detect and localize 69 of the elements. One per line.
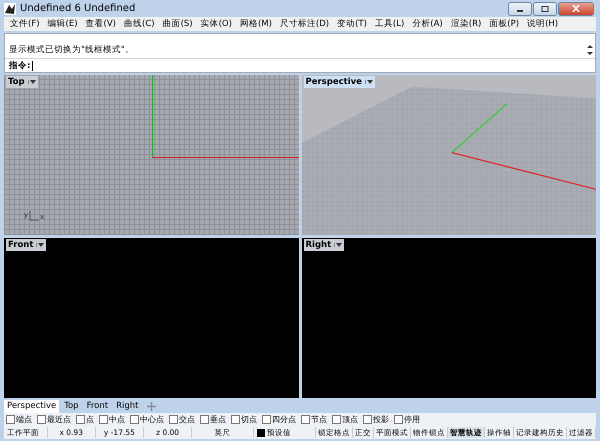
caret-icon[interactable] (36, 243, 44, 247)
menu-item[interactable]: 工具(L) (370, 18, 408, 30)
layer-swatch-icon (257, 428, 266, 436)
osnap-label: 投影 (373, 414, 389, 425)
checkbox[interactable] (76, 415, 85, 424)
osnap-label: 中点 (109, 414, 125, 425)
checkbox[interactable] (363, 415, 372, 424)
command-prompt: 指令: (9, 60, 30, 72)
history-line: 显示模式已切换为"线框模式"。 (9, 44, 134, 56)
menu-item[interactable]: 说明(H) (523, 18, 562, 30)
close-icon[interactable] (572, 5, 580, 12)
viewport-title[interactable]: Front (6, 239, 46, 251)
checkbox[interactable] (262, 415, 271, 424)
checkbox[interactable] (37, 415, 46, 424)
viewport-title[interactable]: Perspective (304, 76, 375, 88)
menu-item[interactable]: 面板(P) (485, 18, 524, 30)
menu-item[interactable]: 实体(O) (196, 18, 236, 30)
caret-icon[interactable] (364, 80, 373, 84)
checkbox[interactable] (332, 415, 341, 424)
y-axis-line (450, 104, 507, 154)
close-button[interactable] (558, 2, 594, 16)
viewport[interactable]: Front (4, 238, 298, 398)
viewport[interactable]: Right (302, 238, 596, 398)
checkbox[interactable] (99, 415, 108, 424)
osnap-label: 交点 (179, 414, 195, 425)
osnap-label: 停用 (404, 414, 420, 425)
menu-item[interactable]: 曲线(C) (120, 18, 159, 30)
checkbox[interactable] (394, 415, 403, 424)
menu-item[interactable]: 曲面(S) (158, 18, 197, 30)
viewport-tab[interactable]: Front (84, 400, 112, 412)
caret-icon[interactable] (28, 80, 36, 84)
app-icon (4, 2, 16, 14)
checkbox[interactable] (231, 415, 240, 424)
checkbox[interactable] (301, 415, 310, 424)
viewport[interactable]: Perspective (302, 75, 596, 235)
osnap-label: 切点 (241, 414, 257, 425)
viewport-tab[interactable]: Right (113, 400, 142, 412)
axis-icon (29, 211, 40, 221)
menu-item[interactable]: 网格(M) (236, 18, 276, 30)
osnap-label: 四分点 (272, 414, 296, 425)
scroll-arrows-icon[interactable] (587, 44, 593, 56)
checkbox[interactable] (169, 415, 178, 424)
checkbox[interactable] (6, 415, 15, 424)
osnap-label: 端点 (16, 414, 32, 425)
viewport-tab[interactable]: Top (61, 400, 82, 412)
menu-item[interactable]: 分析(A) (408, 18, 447, 30)
osnap-label: 垂点 (210, 414, 226, 425)
osnap-label: 节点 (311, 414, 327, 425)
viewport-tab[interactable]: Perspective (4, 400, 60, 412)
osnap-label: 点 (86, 414, 94, 425)
menu-item[interactable]: 文件(F) (6, 18, 44, 30)
checkbox[interactable] (200, 415, 209, 424)
menu-item[interactable]: 查看(V) (82, 18, 120, 30)
menu-item[interactable]: 编辑(E) (44, 18, 82, 30)
maximize-icon[interactable] (541, 6, 549, 12)
osnap-label: 顶点 (342, 414, 358, 425)
viewport-title[interactable]: Right (304, 239, 344, 251)
menu-item[interactable]: 尺寸标注(D) (276, 18, 334, 30)
add-tab-icon[interactable] (147, 402, 156, 410)
maximize-button[interactable] (533, 2, 557, 16)
caret-icon[interactable] (334, 243, 342, 247)
checkbox[interactable] (130, 415, 139, 424)
osnap-label: 中心点 (140, 414, 164, 425)
minimize-button[interactable] (508, 2, 532, 16)
window-title: Undefined 6 Undefined (20, 3, 136, 14)
osnap-label: 最近点 (47, 414, 71, 425)
viewport-title[interactable]: Top (6, 76, 38, 88)
menu-item[interactable]: 变动(T) (333, 18, 371, 30)
menu-item[interactable]: 渲染(R) (446, 18, 486, 30)
